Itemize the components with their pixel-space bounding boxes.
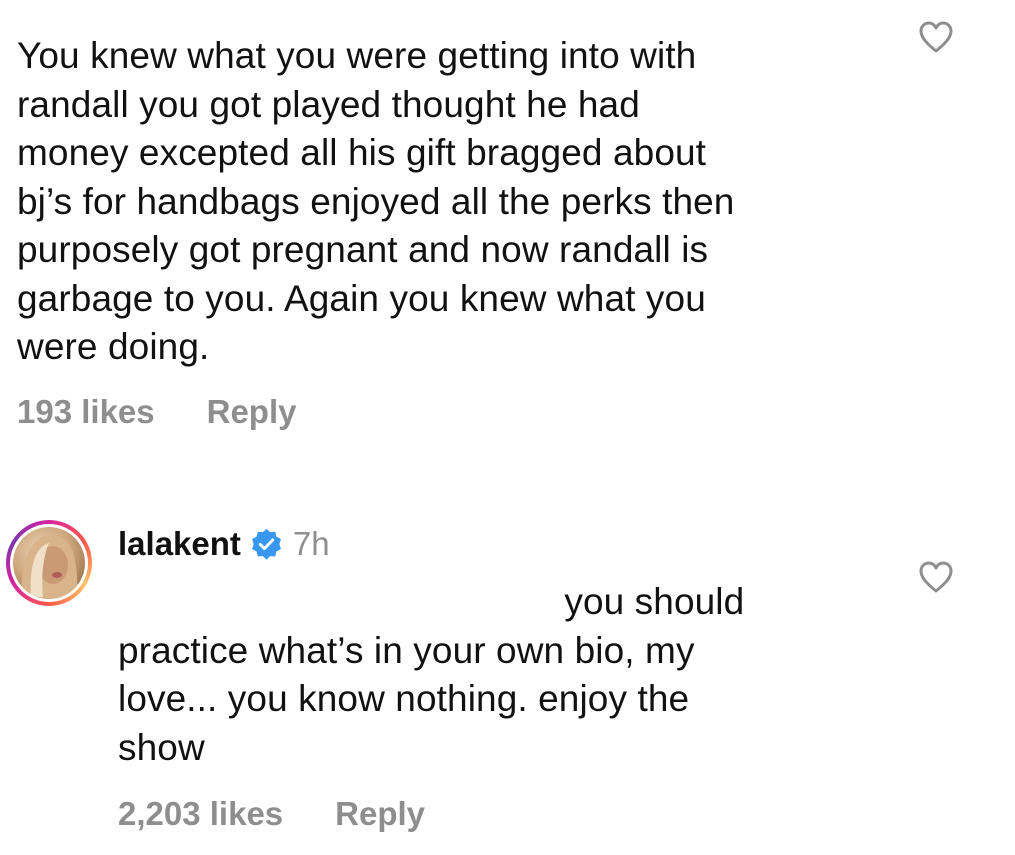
comment-text: you should practice what’s in your own b… [118,581,745,768]
avatar[interactable] [6,520,92,606]
username[interactable]: lalakent [118,522,241,566]
profile-photo [13,527,85,599]
comment-meta: 2,203 likes Reply [118,795,425,833]
like-count[interactable]: 2,203 likes [118,795,283,833]
timestamp: 7h [292,525,330,562]
comment-header: lalakent 7h [118,522,330,566]
comment-meta: 193 likes Reply [17,393,297,431]
comment-text: You knew what you were getting into with… [17,35,735,367]
like-count[interactable]: 193 likes [17,393,155,431]
heart-icon[interactable] [918,560,954,594]
verified-badge-icon [250,528,283,561]
reply-button[interactable]: Reply [207,393,297,431]
heart-icon[interactable] [918,20,954,54]
reply-button[interactable]: Reply [335,795,425,833]
